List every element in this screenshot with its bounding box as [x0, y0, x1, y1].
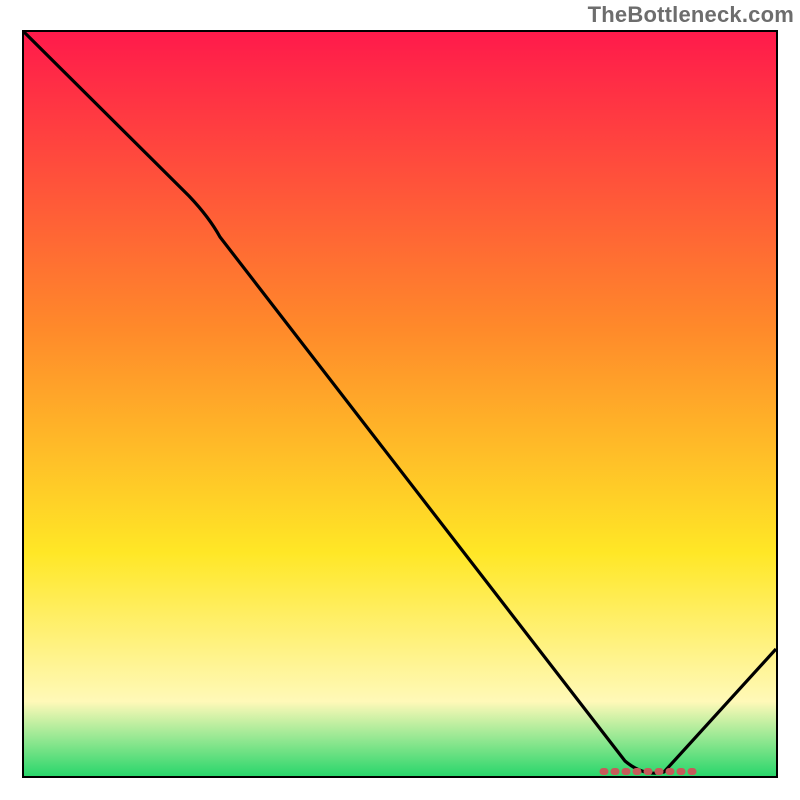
plot-area [22, 30, 778, 778]
watermark-text: TheBottleneck.com [588, 2, 794, 28]
bottleneck-curve [24, 32, 776, 773]
chart-stage: TheBottleneck.com [0, 0, 800, 800]
curve-layer [24, 32, 776, 776]
